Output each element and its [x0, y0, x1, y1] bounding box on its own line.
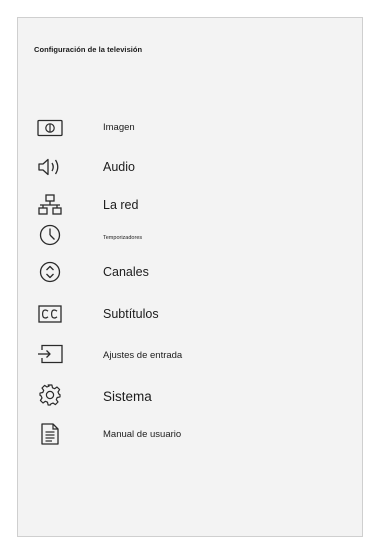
menu-label-manual-de-usuario: Manual de usuario [103, 429, 182, 440]
menu-item-la-red[interactable]: La red [18, 191, 358, 219]
menu-label-subtitulos: Subtítulos [103, 307, 159, 321]
menu-item-manual-de-usuario[interactable]: Manual de usuario [18, 420, 358, 448]
menu-label-imagen: Imagen [103, 122, 135, 133]
tv-settings-panel: Configuración de la televisión Imagen Au… [17, 17, 363, 537]
menu-label-temporizadores: Temporizadores [103, 235, 143, 241]
menu-item-imagen[interactable]: Imagen [18, 114, 358, 142]
closed-caption-icon [36, 300, 64, 328]
speaker-icon [36, 153, 64, 181]
channel-up-down-icon [36, 258, 64, 286]
menu-label-ajustes-de-entrada: Ajustes de entrada [103, 350, 183, 361]
menu-label-la-red: La red [103, 198, 139, 212]
network-icon [36, 191, 64, 219]
menu-item-canales[interactable]: Canales [18, 258, 358, 286]
menu-label-sistema: Sistema [103, 389, 152, 404]
menu-item-subtitulos[interactable]: Subtítulos [18, 300, 358, 328]
menu-item-sistema[interactable]: Sistema [18, 381, 358, 409]
gear-icon [36, 381, 64, 409]
menu-item-temporizadores[interactable]: Temporizadores [18, 221, 358, 249]
document-icon [36, 420, 64, 448]
menu-item-audio[interactable]: Audio [18, 153, 358, 181]
menu-label-audio: Audio [103, 160, 135, 174]
tv-screen: Configuración de la televisión Imagen Au… [0, 0, 383, 549]
panel-title: Configuración de la televisión [34, 45, 143, 54]
picture-icon [36, 114, 64, 142]
clock-icon [36, 221, 64, 249]
menu-item-ajustes-de-entrada[interactable]: Ajustes de entrada [18, 340, 358, 368]
input-icon [36, 340, 64, 368]
menu-label-canales: Canales [103, 265, 149, 279]
